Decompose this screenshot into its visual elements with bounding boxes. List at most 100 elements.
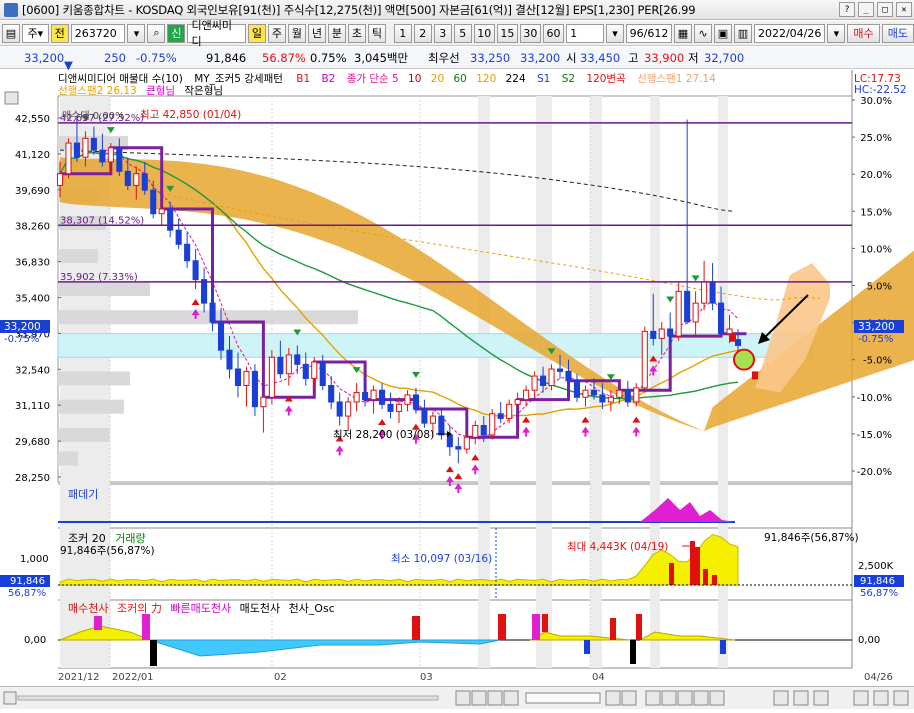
- split-button[interactable]: [873, 690, 889, 706]
- interval-1-button[interactable]: 1: [393, 23, 412, 43]
- scroll-track[interactable]: [17, 695, 439, 701]
- period-second-tab[interactable]: 초: [347, 23, 366, 43]
- date-label: 04/26: [864, 672, 893, 683]
- interval-3-button[interactable]: 3: [433, 23, 452, 43]
- period-day-tab[interactable]: 일: [247, 23, 266, 43]
- sell-signal-bar: [630, 640, 636, 664]
- current-price: 33,200: [24, 50, 65, 65]
- buy-signal-bar: [498, 614, 506, 640]
- volume-profile-bar: [58, 249, 98, 264]
- volume-tag-left-pct: 56,87%: [8, 588, 46, 599]
- legend-item: B1: [296, 73, 310, 85]
- candle-body: [718, 302, 725, 335]
- candle-body: [387, 403, 394, 412]
- open-price: 33,450: [580, 50, 621, 65]
- buy-arrow-icon: [454, 473, 463, 480]
- trend-tool[interactable]: [677, 690, 693, 706]
- volume-right-label: 91,846주(56,87%): [764, 532, 859, 544]
- line-tool[interactable]: [661, 690, 677, 706]
- legend-item: 120변곡: [586, 73, 626, 85]
- zoom-in-button[interactable]: [621, 690, 637, 706]
- interval-5-button[interactable]: 5: [453, 23, 472, 43]
- search-button[interactable]: ⌕: [147, 23, 166, 43]
- low-label: 저: [688, 50, 699, 65]
- period-year-tab[interactable]: 년: [307, 23, 326, 43]
- next-button[interactable]: [503, 690, 519, 706]
- interval-input[interactable]: 1: [566, 23, 604, 43]
- candle-body: [726, 328, 733, 335]
- sell-button[interactable]: 매도: [881, 23, 914, 43]
- date-picker-button[interactable]: ▾: [827, 23, 846, 43]
- volume-tag-left-text: 91,846: [10, 576, 45, 587]
- jeon-button[interactable]: 전: [50, 23, 69, 43]
- stock-code-input[interactable]: 263720: [70, 23, 126, 43]
- candle-body: [277, 356, 284, 375]
- help-button[interactable]: ?: [839, 2, 855, 17]
- candle-body: [446, 434, 453, 448]
- candle-body: [116, 147, 123, 172]
- candle-body: [251, 370, 258, 408]
- calendar-button[interactable]: ▥: [733, 23, 752, 43]
- period-minute-tab[interactable]: 분: [327, 23, 346, 43]
- erase-tool[interactable]: [813, 690, 829, 706]
- interval-30-button[interactable]: 30: [519, 23, 541, 43]
- crosshair-tool[interactable]: [645, 690, 661, 706]
- interval-2-button[interactable]: 2: [413, 23, 432, 43]
- indicator-settings-icon[interactable]: [4, 91, 19, 105]
- interval-10-button[interactable]: 10: [473, 23, 495, 43]
- save-button[interactable]: ▣: [713, 23, 732, 43]
- overlay-button[interactable]: ∿: [693, 23, 712, 43]
- chart-settings-button[interactable]: ▦: [673, 23, 692, 43]
- date-label: 2022/01: [112, 672, 154, 683]
- candle-body: [158, 208, 165, 215]
- interval-15-button[interactable]: 15: [496, 23, 518, 43]
- fib-tool[interactable]: [693, 690, 709, 706]
- sell-signal-bar: [584, 640, 590, 654]
- text-tool[interactable]: [709, 690, 725, 706]
- chevron-down-icon: ▾: [133, 26, 140, 40]
- range-slider[interactable]: [525, 692, 601, 704]
- date-input[interactable]: 2022/04/26: [753, 23, 826, 43]
- price-chart-svg[interactable]: 42,657 (27.52%)38,307 (14.52%)35,902 (7.…: [0, 70, 914, 686]
- move-tool[interactable]: [793, 690, 809, 706]
- buy-arrow-icon: [522, 416, 531, 423]
- stop-button[interactable]: [487, 690, 503, 706]
- volume-ratio: 56.87%: [262, 50, 306, 65]
- expand-button[interactable]: [853, 690, 869, 706]
- close-button[interactable]: ✕: [896, 2, 912, 17]
- prev-button[interactable]: [455, 690, 471, 706]
- candle-body: [658, 328, 665, 339]
- hc-value: HC:-22.52: [854, 84, 907, 96]
- volume-current-label: 91,846주(56,87%): [60, 545, 155, 557]
- market-select[interactable]: 주 ▾: [22, 23, 49, 43]
- sin-button[interactable]: 신: [167, 23, 186, 43]
- settings-button[interactable]: [893, 690, 909, 706]
- legend-line-2: 선행스팬2 26.13 큰형님 작은형님: [58, 85, 223, 97]
- buy-signal-bar: [142, 614, 150, 640]
- maximize-button[interactable]: □: [877, 2, 893, 17]
- menu-toggle-button[interactable]: ▤: [2, 23, 20, 43]
- zoom-out-button[interactable]: [605, 690, 621, 706]
- bid-price: 33,250: [470, 50, 511, 65]
- candle-body: [412, 394, 419, 410]
- code-dropdown-button[interactable]: ▾: [127, 23, 146, 43]
- volume-bar: [712, 575, 717, 585]
- interval-dropdown-button[interactable]: ▾: [605, 23, 624, 43]
- period-month-tab[interactable]: 월: [287, 23, 306, 43]
- arrow-tool[interactable]: [773, 690, 789, 706]
- chart-area[interactable]: 42,657 (27.52%) 38,307 (14.52%) 35,902 (7.…: [0, 70, 914, 686]
- scroll-left-button[interactable]: [3, 691, 17, 705]
- play-button[interactable]: [471, 690, 487, 706]
- buy-button[interactable]: 매수: [847, 23, 880, 43]
- open-label: 시: [566, 50, 577, 65]
- candle-body: [268, 356, 275, 398]
- legend-line-1: 디앤씨미디어 매물대 수(10) MY_조커5 강세패턴 B1 B2 종가 단순…: [58, 73, 716, 85]
- high-annotation: 최고 42,850 (01/04): [140, 109, 241, 121]
- pct-axis-label: 20.0%: [860, 170, 892, 181]
- minimize-button[interactable]: _: [858, 2, 874, 17]
- candle-body: [573, 380, 581, 398]
- interval-60-button[interactable]: 60: [542, 23, 565, 43]
- period-week-tab[interactable]: 주: [267, 23, 286, 43]
- candle-body: [607, 396, 614, 403]
- period-tick-tab[interactable]: 틱: [367, 23, 386, 43]
